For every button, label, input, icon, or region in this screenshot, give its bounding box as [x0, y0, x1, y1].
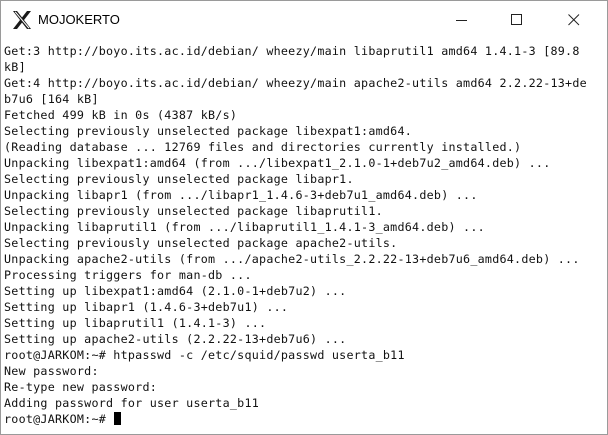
terminal-line: Processing triggers for man-db ...	[4, 268, 252, 282]
terminal-cursor	[114, 412, 122, 425]
terminal-output[interactable]: Get:3 http://boyo.its.ac.id/debian/ whee…	[1, 41, 607, 434]
terminal-line: Selecting previously unselected package …	[4, 236, 398, 250]
terminal-line: Setting up libapr1 (1.4.6-3+deb7u1) ...	[4, 300, 289, 314]
maximize-button[interactable]	[494, 1, 540, 39]
terminal-line: (Reading database ... 12769 files and di…	[4, 140, 522, 154]
title-bar[interactable]: MOJOKERTO	[1, 1, 607, 39]
terminal-line: Selecting previously unselected package …	[4, 204, 383, 218]
terminal-line: New password:	[4, 364, 99, 378]
terminal-window: MOJOKERTO Get:3 http://boyo.its.ac.id/de…	[0, 0, 608, 435]
terminal-prompt-line[interactable]: root@JARKOM:~#	[4, 411, 122, 427]
terminal-line: Setting up libexpat1:amd64 (2.1.0-1+deb7…	[4, 284, 347, 298]
close-icon	[568, 14, 580, 26]
minimize-button[interactable]	[439, 1, 485, 39]
terminal-line: kB]	[4, 60, 26, 74]
terminal-line: Re-type new password:	[4, 380, 158, 394]
shell-prompt: root@JARKOM:~#	[4, 412, 114, 426]
terminal-line: Fetched 499 kB in 0s (4387 kB/s)	[4, 108, 238, 122]
terminal-line: Unpacking libaprutil1 (from .../libaprut…	[4, 220, 485, 234]
terminal-line: Setting up libaprutil1 (1.4.1-3) ...	[4, 316, 267, 330]
terminal-line: b7u6 [164 kB]	[4, 92, 99, 106]
terminal-line: root@JARKOM:~# htpasswd -c /etc/squid/pa…	[4, 348, 405, 362]
terminal-line: Setting up apache2-utils (2.2.22-13+deb7…	[4, 332, 347, 346]
minimize-icon	[456, 20, 467, 21]
terminal-line: Unpacking apache2-utils (from .../apache…	[4, 252, 580, 266]
close-button[interactable]	[551, 1, 597, 39]
terminal-line: Unpacking libapr1 (from .../libapr1_1.4.…	[4, 188, 478, 202]
terminal-line: Get:4 http://boyo.its.ac.id/debian/ whee…	[4, 76, 587, 90]
maximize-icon	[511, 14, 522, 25]
terminal-line: Selecting previously unselected package …	[4, 172, 354, 186]
terminal-line: Get:3 http://boyo.its.ac.id/debian/ whee…	[4, 44, 580, 58]
terminal-line: Adding password for user userta_b11	[4, 396, 260, 410]
terminal-line: Unpacking libexpat1:amd64 (from .../libe…	[4, 156, 551, 170]
terminal-line: Selecting previously unselected package …	[4, 124, 413, 138]
x-terminal-icon	[12, 10, 32, 30]
window-title: MOJOKERTO	[38, 12, 120, 27]
